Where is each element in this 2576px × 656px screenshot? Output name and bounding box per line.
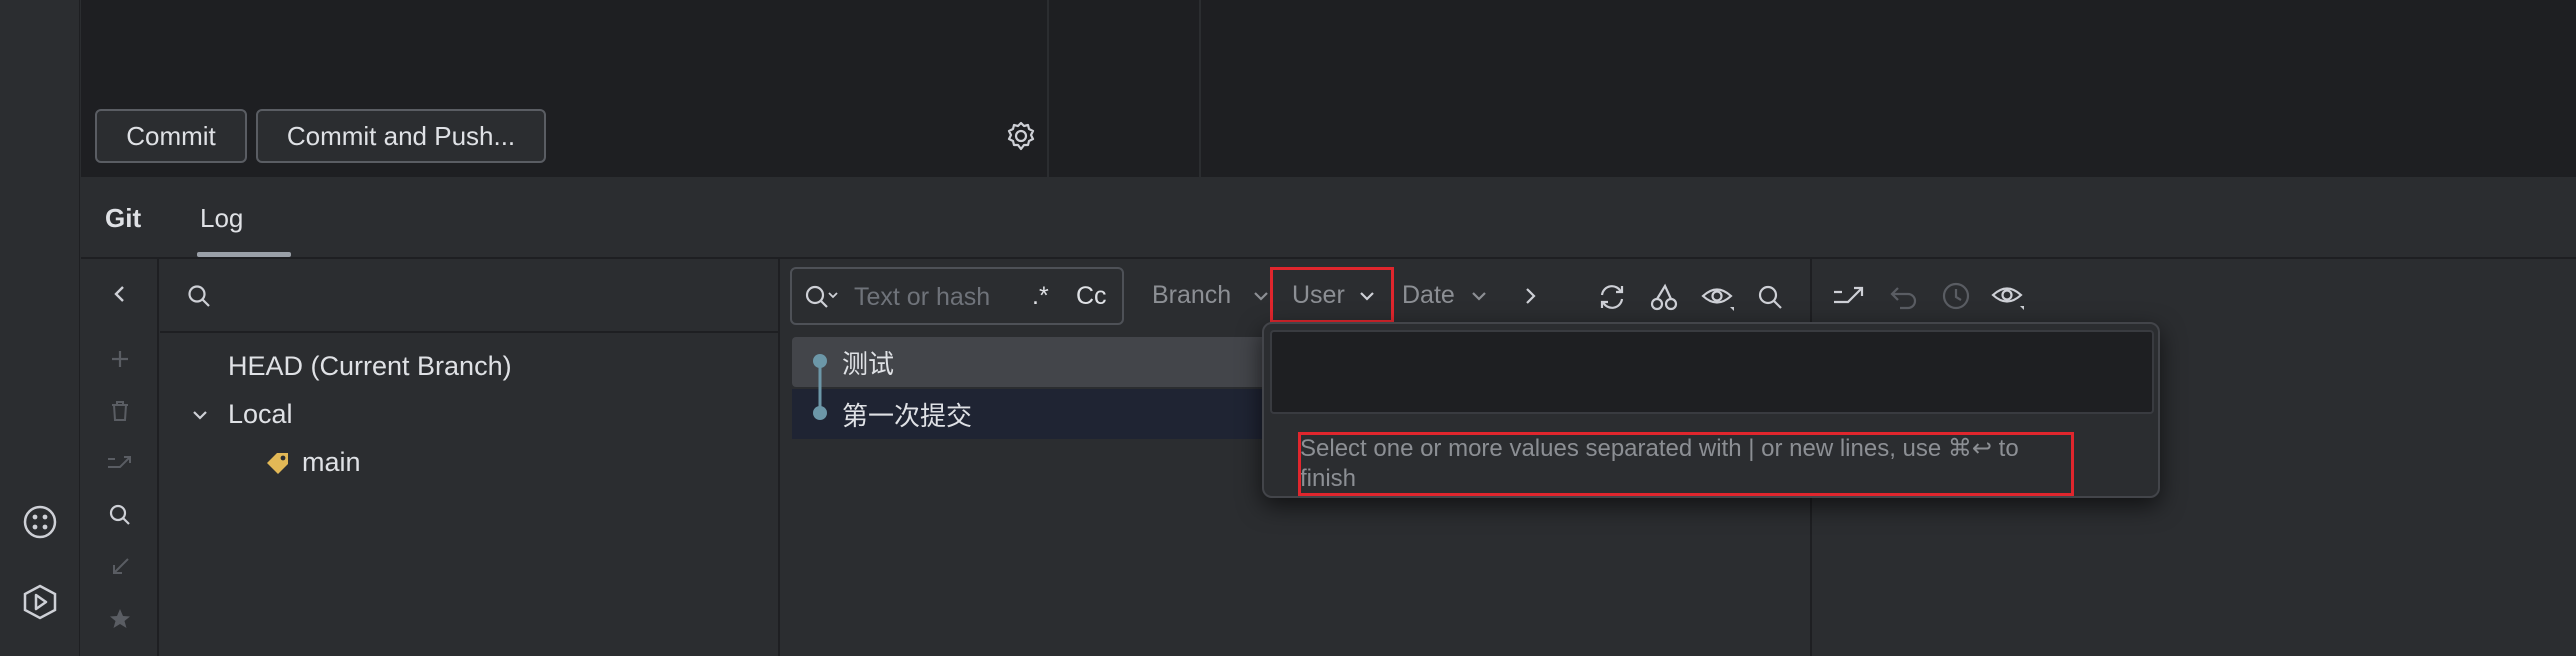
collapse-icon[interactable] bbox=[101, 548, 139, 586]
user-filter[interactable]: User bbox=[1292, 281, 1345, 310]
user-filter-input[interactable] bbox=[1270, 330, 2154, 414]
commit-message: 测试 bbox=[842, 348, 895, 379]
tree-item-head[interactable]: HEAD (Current Branch) bbox=[228, 351, 512, 382]
activity-strip bbox=[0, 0, 80, 656]
commit-graph bbox=[806, 351, 834, 441]
log-side-toolbar bbox=[81, 259, 159, 656]
chevron-left-icon[interactable] bbox=[101, 275, 139, 313]
tag-icon bbox=[264, 449, 292, 477]
eye-icon[interactable] bbox=[1990, 280, 2026, 312]
eye-icon[interactable] bbox=[1700, 281, 1736, 313]
star-icon[interactable] bbox=[101, 600, 139, 638]
log-search-input[interactable]: Text or hash bbox=[854, 283, 990, 312]
chevron-down-icon[interactable] bbox=[1356, 285, 1378, 307]
undo-icon[interactable] bbox=[1888, 280, 1920, 312]
divider bbox=[1047, 0, 1049, 177]
gear-icon[interactable] bbox=[1005, 120, 1037, 152]
compare-icon[interactable] bbox=[1830, 280, 1870, 312]
chevron-down-icon[interactable] bbox=[190, 405, 210, 425]
cherry-pick-icon[interactable] bbox=[1648, 281, 1680, 313]
tab-git[interactable]: Git bbox=[105, 177, 141, 259]
merge-icon[interactable] bbox=[101, 444, 139, 482]
chevron-down-icon[interactable] bbox=[1250, 285, 1272, 307]
search-history-icon[interactable] bbox=[804, 283, 840, 311]
chevron-right-icon[interactable] bbox=[1518, 284, 1542, 308]
user-filter-popup: Select one or more values separated with… bbox=[1262, 322, 2160, 498]
date-filter[interactable]: Date bbox=[1402, 281, 1455, 310]
branches-panel: HEAD (Current Branch) Local main bbox=[160, 259, 780, 656]
commit-message: 第一次提交 bbox=[842, 400, 973, 431]
divider bbox=[1199, 0, 1201, 177]
active-tab-indicator bbox=[197, 252, 291, 257]
branch-filter[interactable]: Branch bbox=[1152, 281, 1231, 310]
commit-button[interactable]: Commit bbox=[95, 109, 247, 163]
regex-toggle[interactable]: .* bbox=[1032, 282, 1049, 311]
commit-panel: Commit Commit and Push... bbox=[81, 0, 2576, 177]
trash-icon[interactable] bbox=[101, 392, 139, 430]
chevron-down-icon[interactable] bbox=[1468, 285, 1490, 307]
services-icon[interactable] bbox=[20, 582, 60, 622]
branch-search-bar[interactable] bbox=[160, 259, 780, 333]
tab-log[interactable]: Log bbox=[200, 177, 243, 259]
tree-item-branch-main[interactable]: main bbox=[302, 447, 361, 478]
clock-icon[interactable] bbox=[1940, 280, 1972, 312]
branch-search-input[interactable] bbox=[222, 279, 722, 313]
search-icon[interactable] bbox=[1756, 283, 1784, 311]
user-filter-hint: Select one or more values separated with… bbox=[1300, 435, 2019, 492]
refresh-icon[interactable] bbox=[1596, 281, 1628, 313]
search-icon[interactable] bbox=[101, 496, 139, 534]
search-icon bbox=[186, 283, 212, 309]
tree-item-local[interactable]: Local bbox=[228, 399, 293, 430]
tool-window-tabs: Git Log bbox=[81, 177, 2576, 259]
log-search-field[interactable]: Text or hash .* Cc bbox=[790, 267, 1124, 325]
apps-icon[interactable] bbox=[20, 502, 60, 542]
match-case-toggle[interactable]: Cc bbox=[1076, 282, 1107, 311]
commit-and-push-button[interactable]: Commit and Push... bbox=[256, 109, 546, 163]
plus-icon[interactable] bbox=[101, 340, 139, 378]
